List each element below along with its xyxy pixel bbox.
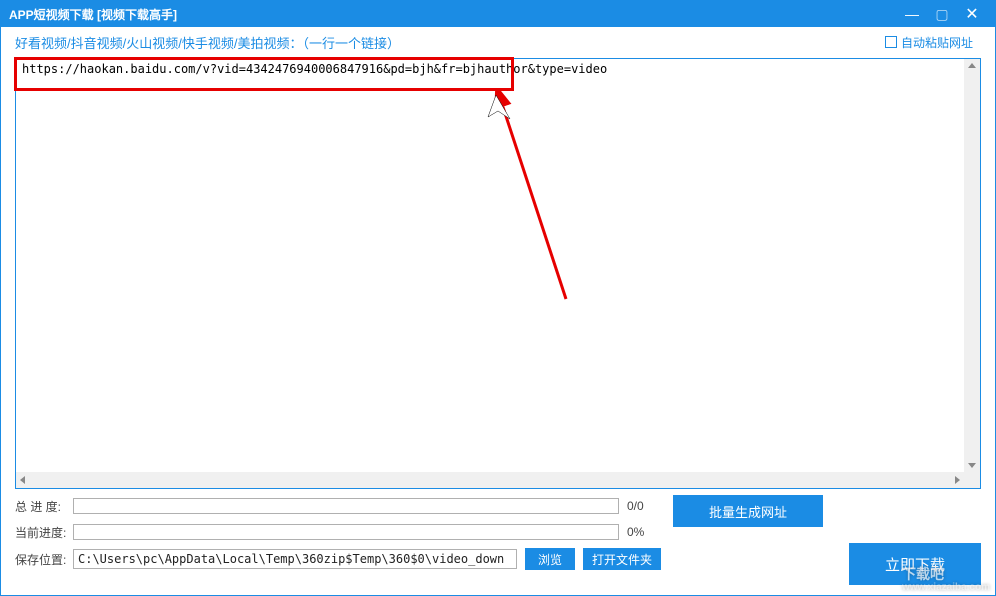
- bottom-panel: 总 进 度: 0/0 当前进度: 0% 保存位置: 浏览 打开文件夹 批量生成网…: [15, 489, 981, 595]
- checkbox-icon: [885, 36, 897, 48]
- current-progress-row: 当前进度: 0%: [15, 521, 661, 543]
- bottom-left: 总 进 度: 0/0 当前进度: 0% 保存位置: 浏览 打开文件夹: [15, 495, 661, 585]
- browse-button[interactable]: 浏览: [525, 548, 575, 570]
- scrollbar-vertical[interactable]: [964, 59, 980, 472]
- save-path-label: 保存位置:: [15, 551, 73, 568]
- bottom-right: 批量生成网址 立即下载: [661, 495, 981, 585]
- scrollbar-corner: [964, 472, 980, 488]
- current-progress-bar: [73, 524, 619, 540]
- maximize-button[interactable]: ▢: [927, 1, 957, 27]
- batch-generate-button[interactable]: 批量生成网址: [673, 495, 823, 527]
- auto-paste-label: 自动粘贴网址: [901, 34, 973, 51]
- scrollbar-horizontal[interactable]: [16, 472, 964, 488]
- total-progress-value: 0/0: [619, 499, 661, 513]
- current-progress-label: 当前进度:: [15, 524, 73, 541]
- current-progress-value: 0%: [619, 525, 661, 539]
- titlebar: APP短视频下载 [视频下载高手] — ▢ ✕: [1, 1, 995, 27]
- url-textarea[interactable]: https://haokan.baidu.com/v?vid=434247694…: [16, 59, 964, 472]
- app-window: APP短视频下载 [视频下载高手] — ▢ ✕ 好看视频/抖音视频/火山视频/快…: [0, 0, 996, 596]
- total-progress-label: 总 进 度:: [15, 498, 73, 515]
- url-textarea-wrap: https://haokan.baidu.com/v?vid=434247694…: [15, 58, 981, 489]
- window-title: APP短视频下载 [视频下载高手]: [9, 6, 897, 23]
- auto-paste-checkbox[interactable]: 自动粘贴网址: [885, 34, 973, 51]
- close-button[interactable]: ✕: [957, 1, 987, 27]
- total-progress-bar: [73, 498, 619, 514]
- save-path-input[interactable]: [73, 549, 517, 569]
- header-row: 好看视频/抖音视频/火山视频/快手视频/美拍视频：（一行一个链接） 自动粘贴网址: [1, 27, 995, 58]
- download-button[interactable]: 立即下载: [849, 543, 981, 585]
- save-path-row: 保存位置: 浏览 打开文件夹: [15, 547, 661, 571]
- open-folder-button[interactable]: 打开文件夹: [583, 548, 661, 570]
- url-instruction-label: 好看视频/抖音视频/火山视频/快手视频/美拍视频：（一行一个链接）: [15, 33, 885, 52]
- total-progress-row: 总 进 度: 0/0: [15, 495, 661, 517]
- minimize-button[interactable]: —: [897, 1, 927, 27]
